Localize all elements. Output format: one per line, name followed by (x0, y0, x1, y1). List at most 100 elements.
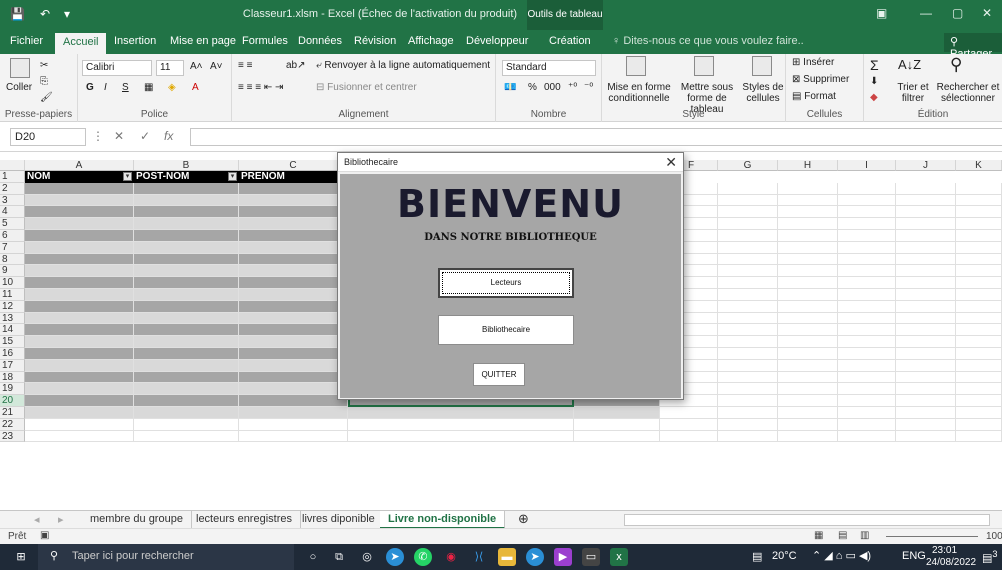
row-header[interactable]: 4 (0, 206, 25, 219)
row-header[interactable]: 23 (0, 430, 25, 443)
font-name-select[interactable]: Calibri (82, 60, 152, 76)
grid-cell[interactable] (134, 371, 239, 384)
grid-cell[interactable] (348, 418, 574, 431)
grid-cell[interactable] (838, 418, 896, 431)
grid-cell[interactable] (239, 218, 348, 230)
grid-cell[interactable] (239, 241, 348, 254)
column-header-j[interactable]: J (896, 160, 956, 171)
grid-cell[interactable] (838, 230, 896, 242)
grid-cell[interactable] (896, 312, 956, 325)
grid-cell[interactable] (838, 265, 896, 278)
enter-icon[interactable]: ✓ (140, 129, 150, 143)
grid-cell[interactable] (778, 218, 838, 230)
grid-cell[interactable] (838, 182, 896, 195)
grid-cell[interactable] (838, 277, 896, 289)
grid-cell[interactable] (25, 289, 134, 301)
horizontal-scrollbar[interactable] (624, 514, 990, 526)
grid-cell[interactable] (718, 336, 778, 348)
windows-start-icon[interactable]: ⊞ (12, 548, 30, 566)
grid-cell[interactable] (25, 430, 134, 443)
grid-cell[interactable] (838, 289, 896, 301)
bibliothecaire-button[interactable]: Bibliothecaire (438, 315, 574, 345)
task-view-icon[interactable]: ⧉ (330, 548, 348, 566)
grid-cell[interactable] (956, 418, 1002, 431)
grid-cell[interactable] (896, 383, 956, 396)
grid-cell[interactable] (25, 371, 134, 384)
tab-accueil[interactable]: Accueil (55, 33, 107, 54)
grid-cell[interactable] (778, 253, 838, 266)
grid-cell[interactable] (778, 348, 838, 360)
grid-cell[interactable] (239, 277, 348, 289)
grid-cell[interactable] (134, 230, 239, 242)
table-header-prenom[interactable]: PRENOM (239, 171, 348, 183)
save-icon[interactable]: 💾 (10, 7, 25, 21)
row-header[interactable]: 15 (0, 336, 25, 348)
grid-cell[interactable] (778, 312, 838, 325)
grid-cell[interactable] (838, 383, 896, 396)
grid-cell[interactable] (896, 336, 956, 348)
grid-cell[interactable] (956, 289, 1002, 301)
file-explorer-icon[interactable]: ▬ (498, 548, 516, 566)
grid-cell[interactable] (134, 348, 239, 360)
language-indicator[interactable]: ENG (902, 550, 926, 562)
bold-button[interactable]: G (86, 82, 94, 93)
row-header[interactable]: 10 (0, 277, 25, 289)
grid-cell[interactable] (134, 395, 239, 407)
grid-cell[interactable] (838, 336, 896, 348)
grid-cell[interactable] (239, 194, 348, 207)
grid-cell[interactable] (239, 371, 348, 384)
grid-cell[interactable] (778, 230, 838, 242)
grid-cell[interactable] (956, 277, 1002, 289)
grid-cell[interactable] (896, 253, 956, 266)
grid-cell[interactable] (838, 395, 896, 407)
grid-cell[interactable] (25, 359, 134, 372)
insert-cells-button[interactable]: ⊞ Insérer (792, 57, 834, 68)
sheet-tab-livres-dispo[interactable]: livres diponible (294, 511, 384, 529)
grid-cell[interactable] (574, 430, 660, 443)
grid-cell[interactable] (778, 289, 838, 301)
grid-cell[interactable] (25, 241, 134, 254)
grid-cell[interactable] (718, 359, 778, 372)
grid-cell[interactable] (239, 253, 348, 266)
grid-cell[interactable] (239, 407, 348, 419)
telegram-2-icon[interactable]: ➤ (526, 548, 544, 566)
customize-quick-access-icon[interactable]: ▾ (64, 7, 70, 21)
grid-cell[interactable] (718, 265, 778, 278)
sort-filter-button[interactable]: Trier et filtrer (892, 82, 934, 104)
sheet-tab-livre-non-dispo[interactable]: Livre non-disponible (380, 511, 506, 529)
tab-developpeur[interactable]: Développeur (466, 35, 528, 47)
grid-cell[interactable] (718, 194, 778, 207)
grid-cell[interactable] (718, 395, 778, 407)
grid-cell[interactable] (25, 206, 134, 219)
grid-cell[interactable] (956, 230, 1002, 242)
grid-cell[interactable] (239, 324, 348, 337)
conditional-format-button[interactable]: Mise en forme conditionnelle (606, 82, 672, 104)
name-box[interactable]: D20 (10, 128, 86, 146)
grid-cell[interactable] (956, 265, 1002, 278)
grid-cell[interactable] (134, 253, 239, 266)
grid-cell[interactable] (25, 348, 134, 360)
grid-cell[interactable] (778, 265, 838, 278)
cell-styles-icon[interactable] (752, 56, 772, 76)
grid-cell[interactable] (778, 418, 838, 431)
grid-cell[interactable] (134, 359, 239, 372)
grid-cell[interactable] (896, 182, 956, 195)
grid-cell[interactable] (25, 336, 134, 348)
tray-icons[interactable]: ⌃ ◢ ⌂ ▭ ◀) (812, 549, 871, 562)
decimal-increase-icon[interactable]: ⁺⁰ (568, 82, 577, 93)
notification-icon[interactable]: ▤3 (982, 549, 998, 565)
sheet-tab-lecteurs[interactable]: lecteurs enregistres (188, 511, 301, 529)
find-icon[interactable]: ⚲ (950, 55, 962, 75)
table-header-post-nom[interactable]: POST-NOM ▾ (134, 171, 239, 183)
paste-button[interactable]: Coller (6, 82, 32, 93)
autosum-icon[interactable]: Σ (870, 57, 879, 73)
column-header-h[interactable]: H (778, 160, 838, 171)
grid-cell[interactable] (896, 277, 956, 289)
page-layout-icon[interactable]: ▤ (838, 530, 847, 541)
find-select-button[interactable]: Rechercher et sélectionner (936, 82, 1000, 104)
grid-cell[interactable] (956, 348, 1002, 360)
grid-cell[interactable] (239, 383, 348, 396)
grid-cell[interactable] (660, 418, 718, 431)
terminal-icon[interactable]: ▭ (582, 548, 600, 566)
grid-cell[interactable] (778, 371, 838, 384)
